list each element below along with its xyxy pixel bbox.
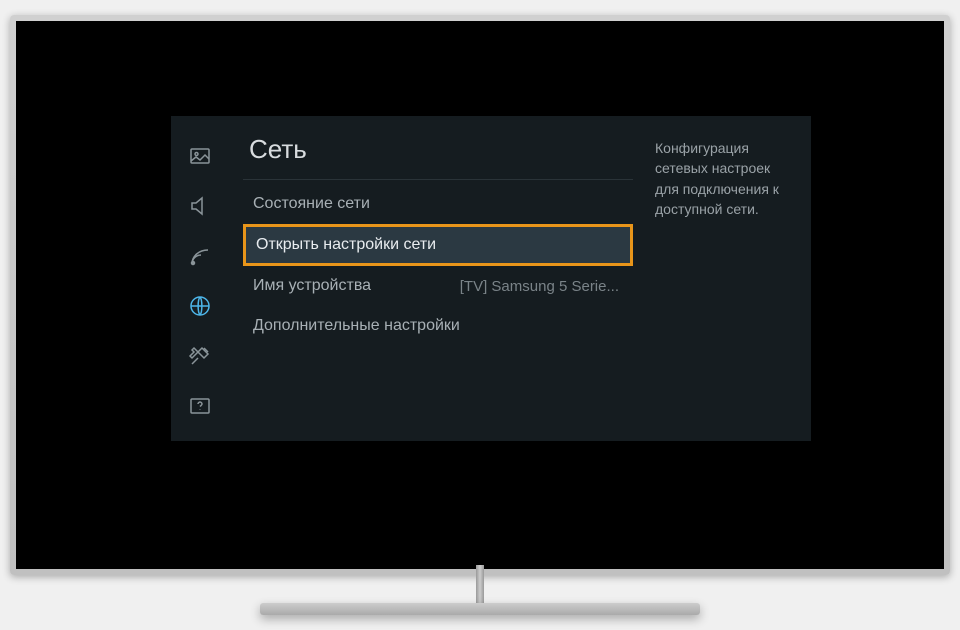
menu-item-label: Открыть настройки сети [256,236,436,254]
support-icon[interactable] [186,392,214,420]
menu-item-open-network-settings[interactable]: Открыть настройки сети [243,224,633,266]
main-panel: Сеть Состояние сети Открыть настройки се… [229,116,811,441]
picture-icon[interactable] [186,142,214,170]
broadcast-icon[interactable] [186,242,214,270]
menu-item-label: Дополнительные настройки [253,317,460,335]
sound-icon[interactable] [186,192,214,220]
menu-item-additional-settings[interactable]: Дополнительные настройки [243,306,633,346]
menu-item-network-status[interactable]: Состояние сети [243,184,633,224]
description-text: Конфигурация сетевых настроек для подклю… [633,134,811,441]
menu-item-label: Имя устройства [253,277,371,295]
tv-screen: Сеть Состояние сети Открыть настройки се… [16,21,944,569]
tv-stand-neck [476,565,484,605]
menu-item-label: Состояние сети [253,195,370,213]
settings-sidebar [171,116,229,441]
menu-item-value: [TV] Samsung 5 Serie... [460,278,623,295]
tv-frame: Сеть Состояние сети Открыть настройки се… [10,15,950,575]
menu-item-device-name[interactable]: Имя устройства [TV] Samsung 5 Serie... [243,266,633,306]
tv-stand-base [260,603,700,615]
section-title: Сеть [243,134,633,180]
network-icon[interactable] [186,292,214,320]
settings-panel: Сеть Состояние сети Открыть настройки се… [171,116,811,441]
menu-column: Сеть Состояние сети Открыть настройки се… [243,134,633,441]
system-icon[interactable] [186,342,214,370]
